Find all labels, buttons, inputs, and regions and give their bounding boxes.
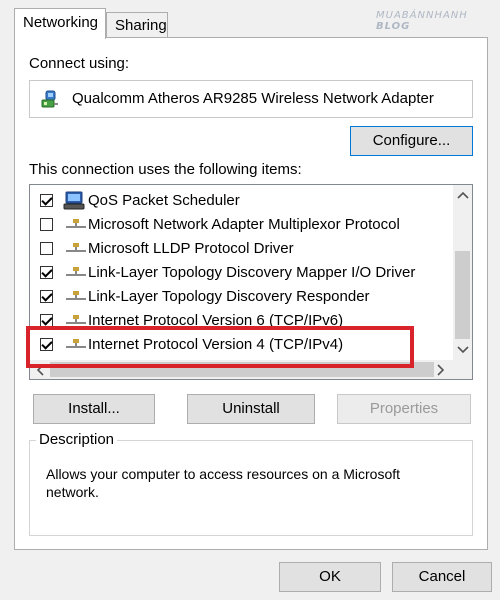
tab-networking[interactable]: Networking [14,8,106,39]
configure-button[interactable]: Configure... [350,126,473,156]
network-protocol-icon [66,291,86,300]
connect-using-label: Connect using: [29,55,130,72]
properties-button-label: Properties [369,400,439,417]
network-protocol-icon [66,219,86,228]
scheduler-icon [63,191,85,210]
vertical-scroll-thumb[interactable] [455,251,470,339]
scroll-left-icon[interactable] [35,364,45,376]
network-protocol-icon [66,243,86,252]
list-item[interactable]: Link-Layer Topology Discovery Responder [30,285,454,309]
item-checkbox[interactable] [40,290,53,303]
item-label: Internet Protocol Version 4 (TCP/IPv4) [88,336,344,353]
horizontal-scrollbar[interactable] [30,360,454,379]
tab-sharing[interactable]: Sharing [106,12,168,38]
install-button-label: Install... [68,400,120,417]
install-button[interactable]: Install... [33,394,155,424]
adapter-field: Qualcomm Atheros AR9285 Wireless Network… [29,80,473,118]
scroll-up-icon[interactable] [457,190,469,200]
adapter-name: Qualcomm Atheros AR9285 Wireless Network… [72,90,434,107]
item-checkbox[interactable] [40,338,53,351]
description-group: Description Allows your computer to acce… [29,431,473,536]
list-item[interactable]: QoS Packet Scheduler [30,189,454,213]
item-checkbox[interactable] [40,218,53,231]
configure-button-label: Configure... [372,132,451,149]
list-item[interactable]: Microsoft Network Adapter Multiplexor Pr… [30,213,454,237]
scroll-down-icon[interactable] [457,345,469,355]
network-protocol-icon [66,267,86,276]
item-checkbox[interactable] [40,314,53,327]
description-text: Allows your computer to access resources… [46,466,401,500]
vertical-scrollbar[interactable] [453,185,472,361]
items-label: This connection uses the following items… [29,161,302,178]
network-adapter-icon [41,90,58,108]
uninstall-button-label: Uninstall [222,400,280,417]
scroll-corner [453,360,472,379]
cancel-button[interactable]: Cancel [392,562,492,592]
item-checkbox[interactable] [40,194,53,207]
list-item[interactable]: Link-Layer Topology Discovery Mapper I/O… [30,261,454,285]
item-label: QoS Packet Scheduler [88,192,240,209]
list-item-ipv4[interactable]: Internet Protocol Version 4 (TCP/IPv4) [30,333,454,357]
item-label: Internet Protocol Version 6 (TCP/IPv6) [88,312,344,329]
components-list-items: QoS Packet Scheduler Microsoft Network A… [30,185,454,361]
uninstall-button[interactable]: Uninstall [187,394,315,424]
ok-button-label: OK [319,568,341,585]
components-list[interactable]: QoS Packet Scheduler Microsoft Network A… [29,184,473,380]
list-item[interactable]: Internet Protocol Version 6 (TCP/IPv6) [30,309,454,333]
horizontal-scroll-thumb[interactable] [50,362,434,377]
properties-button[interactable]: Properties [337,394,471,424]
item-label: Microsoft Network Adapter Multiplexor Pr… [88,216,400,233]
cancel-button-label: Cancel [418,568,466,585]
network-protocol-icon [66,315,86,324]
watermark-logo: MUABÁNNHANH BLOG [376,10,468,32]
networking-panel: Connect using: Qualcomm Atheros AR9285 W… [14,37,488,550]
network-protocol-icon [66,339,86,348]
list-item[interactable]: Microsoft LLDP Protocol Driver [30,237,454,261]
item-checkbox[interactable] [40,242,53,255]
item-checkbox[interactable] [40,266,53,279]
description-title: Description [36,431,118,448]
item-label: Link-Layer Topology Discovery Mapper I/O… [88,264,416,281]
scroll-right-icon[interactable] [436,364,446,376]
ok-button[interactable]: OK [279,562,381,592]
item-label: Microsoft LLDP Protocol Driver [88,240,294,257]
item-label: Link-Layer Topology Discovery Responder [88,288,370,305]
